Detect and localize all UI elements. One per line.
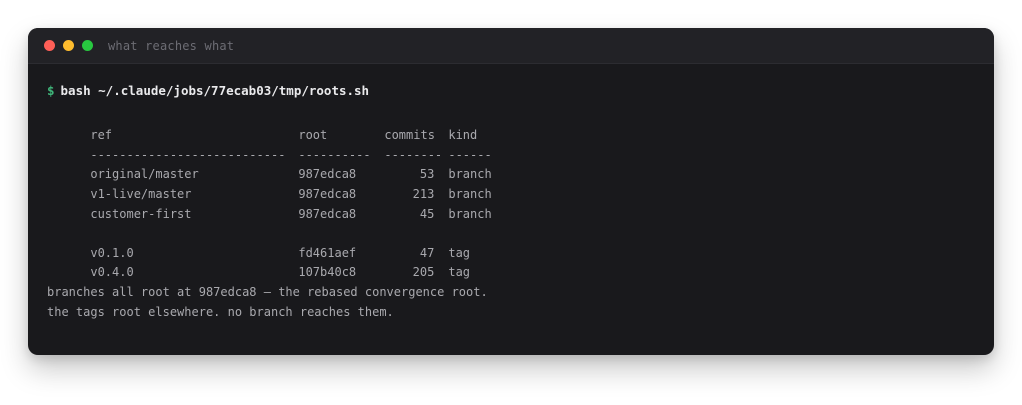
minimize-window-button[interactable]	[63, 40, 74, 51]
window-title: what reaches what	[108, 38, 235, 53]
cell-commits: 45	[419, 206, 435, 221]
table-row: v0.1.0 fd461aef 47 tag	[47, 224, 975, 260]
cell-ref: original/master	[90, 167, 199, 182]
header-ref: ref	[90, 128, 113, 143]
cell-ref: v1-live/master	[90, 186, 192, 201]
prompt-symbol: $	[47, 83, 55, 98]
cell-kind: branch	[448, 186, 492, 201]
summary-line: the tags root elsewhere. no branch reach…	[47, 304, 394, 319]
cell-commits: 213	[412, 186, 435, 201]
cell-ref: v0.1.0	[90, 245, 134, 260]
header-root: root	[298, 128, 328, 143]
cell-ref: customer-first	[90, 206, 192, 221]
cell-commits: 47	[419, 245, 435, 260]
cell-root: 987edca8	[298, 167, 357, 182]
terminal-output[interactable]: $ bash ~/.claude/jobs/77ecab03/tmp/roots.…	[28, 64, 994, 322]
cell-commits: 53	[419, 167, 435, 182]
cell-root: fd461aef	[298, 245, 357, 260]
separator-root: ----------	[298, 147, 371, 162]
command-text: bash ~/.claude/jobs/77ecab03/tmp/roots.s…	[60, 83, 370, 98]
header-kind: kind	[448, 128, 478, 143]
separator-commits: --------	[384, 147, 443, 162]
cell-kind: branch	[448, 167, 492, 182]
cell-root: 987edca8	[298, 206, 357, 221]
cell-root: 107b40c8	[298, 265, 357, 280]
cell-kind: tag	[448, 245, 471, 260]
header-commits: commits	[384, 128, 435, 143]
cell-ref: v0.4.0	[90, 265, 134, 280]
cell-root: 987edca8	[298, 186, 357, 201]
summary-line: branches all root at 987edca8 — the reba…	[47, 284, 488, 299]
close-window-button[interactable]	[44, 40, 55, 51]
table-header-row: ref root commits kind	[47, 107, 975, 142]
cell-commits: 205	[412, 265, 435, 280]
command-line: $ bash ~/.claude/jobs/77ecab03/tmp/roots.…	[47, 81, 975, 101]
maximize-window-button[interactable]	[82, 40, 93, 51]
cell-kind: tag	[448, 265, 471, 280]
separator-kind: ------	[448, 147, 492, 162]
cell-kind: branch	[448, 206, 492, 221]
terminal-window: what reaches what $ bash ~/.claude/jobs/7…	[28, 28, 994, 355]
title-bar: what reaches what	[28, 28, 994, 64]
separator-ref: ---------------------------	[90, 147, 286, 162]
